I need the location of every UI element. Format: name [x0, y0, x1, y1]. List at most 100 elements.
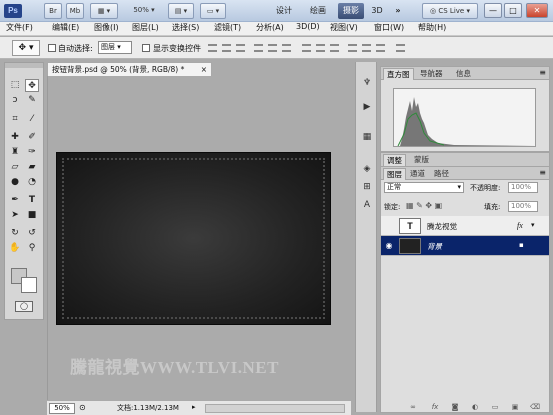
document-tab[interactable]: 按钮背景.psd @ 50% (背景, RGB/8) * ×	[47, 62, 212, 76]
3d-orbit-tool-icon[interactable]: ↺	[25, 227, 39, 240]
show-transform-checkbox[interactable]	[142, 44, 150, 52]
tool-presets-panel-icon[interactable]: ⊞	[359, 180, 375, 195]
workspace-photography[interactable]: 摄影	[338, 3, 364, 19]
history-panel-icon[interactable]: ♆	[359, 76, 375, 91]
background-color-swatch[interactable]	[21, 277, 37, 293]
add-layer-style-icon[interactable]: fx	[430, 403, 440, 412]
tab-adjustments[interactable]: 调整	[383, 154, 406, 166]
tool-preset-picker[interactable]: ✥ ▾	[12, 40, 40, 56]
tab-histogram[interactable]: 直方图	[383, 68, 414, 80]
layer-name[interactable]: 背景	[427, 241, 442, 252]
document-info[interactable]: 文档:1.13M/2.13M	[117, 403, 179, 413]
styles-panel-icon[interactable]: ◈	[359, 162, 375, 177]
new-group-icon[interactable]: ▭	[490, 403, 500, 412]
auto-align-layers-icon[interactable]	[396, 44, 405, 52]
layer-effects-icon[interactable]: fx	[517, 221, 523, 230]
layer-row[interactable]: T 腾龙视觉 fx ▾	[381, 216, 549, 236]
zoom-input[interactable]: 50%	[49, 403, 75, 414]
dodge-tool-icon[interactable]: ◔	[25, 176, 39, 189]
menu-filter[interactable]: 滤镜(T)	[214, 22, 241, 36]
align-horizontal-center-icon[interactable]	[268, 44, 277, 52]
brush-tool-icon[interactable]: ✐	[25, 131, 39, 144]
status-menu-arrow-icon[interactable]: ▸	[192, 403, 196, 411]
distribute-vcenter-icon[interactable]	[316, 44, 325, 52]
new-adjustment-layer-icon[interactable]: ◐	[470, 403, 480, 412]
toolbox-grip[interactable]	[5, 63, 43, 68]
layer-visibility-toggle[interactable]	[383, 220, 395, 232]
align-vertical-center-icon[interactable]	[222, 44, 231, 52]
close-button[interactable]: ✕	[526, 3, 548, 18]
swatches-panel-icon[interactable]: ▦	[359, 130, 375, 145]
screen-mode-button[interactable]: ▭ ▾	[200, 3, 226, 19]
crop-tool-icon[interactable]: ⌗	[8, 113, 22, 126]
tab-navigator[interactable]: 导航器	[417, 68, 446, 80]
clone-stamp-tool-icon[interactable]: ♜	[8, 146, 22, 159]
align-left-icon[interactable]	[254, 44, 263, 52]
menu-view[interactable]: 视图(V)	[330, 22, 358, 36]
align-right-icon[interactable]	[282, 44, 291, 52]
menu-help[interactable]: 帮助(H)	[418, 22, 446, 36]
layer-name[interactable]: 腾龙视觉	[427, 221, 457, 232]
menu-image[interactable]: 图像(I)	[94, 22, 119, 36]
more-workspaces-button[interactable]: »	[390, 3, 406, 19]
menu-3d[interactable]: 3D(D)	[296, 22, 320, 36]
lock-icons[interactable]: ▦ ✎ ✥ ▣	[406, 201, 442, 210]
path-selection-tool-icon[interactable]: ➤	[8, 209, 22, 222]
lasso-tool-icon[interactable]: ↄ	[8, 94, 22, 107]
character-panel-icon[interactable]: A	[359, 198, 375, 213]
minimize-button[interactable]: —	[484, 3, 502, 18]
bridge-button[interactable]: Br	[44, 3, 62, 19]
tab-layers[interactable]: 图层	[383, 168, 406, 180]
link-layers-icon[interactable]: ∞	[408, 403, 418, 412]
tab-channels[interactable]: 通道	[407, 168, 428, 180]
mini-bridge-button[interactable]: Mb	[66, 3, 84, 19]
blur-tool-icon[interactable]: ●	[8, 176, 22, 189]
menu-analysis[interactable]: 分析(A)	[256, 22, 284, 36]
menu-file[interactable]: 文件(F)	[6, 22, 33, 36]
distribute-right-icon[interactable]	[376, 44, 385, 52]
menu-layer[interactable]: 图层(L)	[132, 22, 159, 36]
tab-paths[interactable]: 路径	[431, 168, 452, 180]
horizontal-scrollbar[interactable]	[205, 404, 345, 413]
cs-live-button[interactable]: ◎ CS Live ▾	[422, 3, 478, 19]
distribute-hcenter-icon[interactable]	[362, 44, 371, 52]
fill-input[interactable]: 100%	[508, 201, 538, 212]
workspace-painting[interactable]: 绘画	[304, 3, 332, 19]
auto-select-checkbox[interactable]	[48, 44, 56, 52]
add-mask-icon[interactable]: ◙	[450, 403, 460, 412]
type-tool-icon[interactable]: T	[25, 194, 39, 207]
distribute-top-icon[interactable]	[302, 44, 311, 52]
hand-tool-icon[interactable]: ✋	[8, 242, 22, 255]
history-brush-tool-icon[interactable]: ✑	[25, 146, 39, 159]
zoom-level-dropdown[interactable]: 50% ▾	[124, 3, 164, 19]
workspace-3d[interactable]: 3D	[368, 3, 386, 19]
panel-menu-icon[interactable]: ≡	[539, 68, 546, 77]
distribute-left-icon[interactable]	[348, 44, 357, 52]
3d-rotate-tool-icon[interactable]: ↻	[8, 227, 22, 240]
healing-brush-tool-icon[interactable]: ✚	[8, 131, 22, 144]
quick-mask-icon[interactable]: ◯	[15, 301, 33, 312]
maximize-button[interactable]: □	[504, 3, 522, 18]
move-tool-icon[interactable]: ✥	[25, 79, 39, 92]
delete-layer-icon[interactable]: ⌫	[530, 403, 540, 412]
pen-tool-icon[interactable]: ✒	[8, 194, 22, 207]
distribute-bottom-icon[interactable]	[330, 44, 339, 52]
blend-mode-dropdown[interactable]: 正常 ▾	[384, 182, 464, 193]
eyedropper-tool-icon[interactable]: ⁄	[25, 113, 39, 126]
panel-menu-icon[interactable]: ≡	[539, 168, 546, 177]
align-top-icon[interactable]	[208, 44, 217, 52]
menu-window[interactable]: 窗口(W)	[374, 22, 404, 36]
new-layer-icon[interactable]: ▣	[510, 403, 520, 412]
eraser-tool-icon[interactable]: ▱	[8, 161, 22, 174]
actions-panel-icon[interactable]: ▶	[359, 100, 375, 115]
quick-select-tool-icon[interactable]: ✎	[25, 94, 39, 107]
layer-row-selected[interactable]: ◉ 背景 ▪	[381, 236, 549, 256]
view-extras-button[interactable]: ▦ ▾	[90, 3, 118, 19]
tab-info[interactable]: 信息	[453, 68, 474, 80]
tab-masks[interactable]: 蒙版	[411, 154, 432, 166]
opacity-input[interactable]: 100%	[508, 182, 538, 193]
align-bottom-icon[interactable]	[236, 44, 245, 52]
shape-tool-icon[interactable]: ■	[25, 209, 39, 222]
gradient-tool-icon[interactable]: ▰	[25, 161, 39, 174]
close-document-icon[interactable]: ×	[201, 63, 207, 76]
